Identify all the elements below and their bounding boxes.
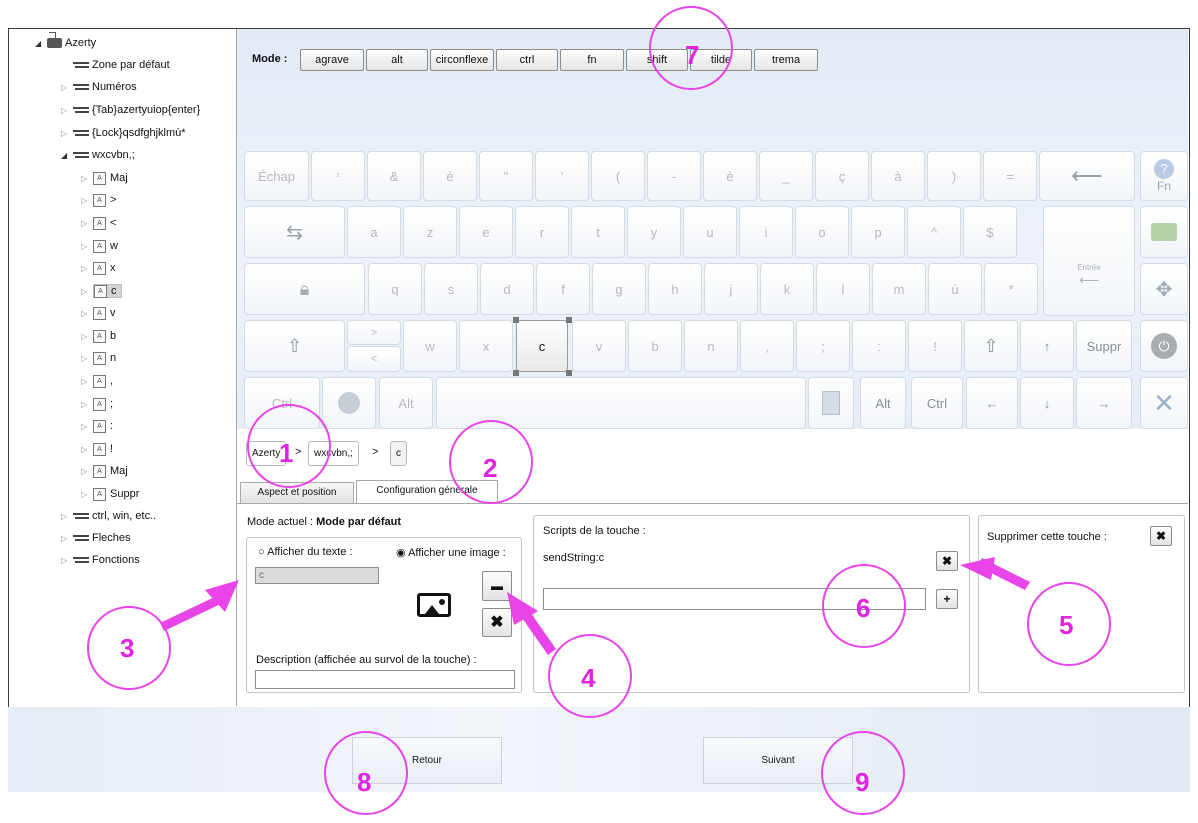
annotation-number: 7: [685, 40, 700, 70]
annotation-number: 8: [357, 767, 372, 797]
annotation-number: 4: [581, 663, 596, 693]
annotation-number: 3: [120, 633, 135, 663]
annotation-number: 1: [279, 438, 294, 468]
annotation-number: 5: [1059, 610, 1074, 640]
annotation-number: 6: [856, 593, 871, 623]
annotation-number: 2: [483, 453, 498, 483]
annotation-number: 9: [855, 767, 870, 797]
